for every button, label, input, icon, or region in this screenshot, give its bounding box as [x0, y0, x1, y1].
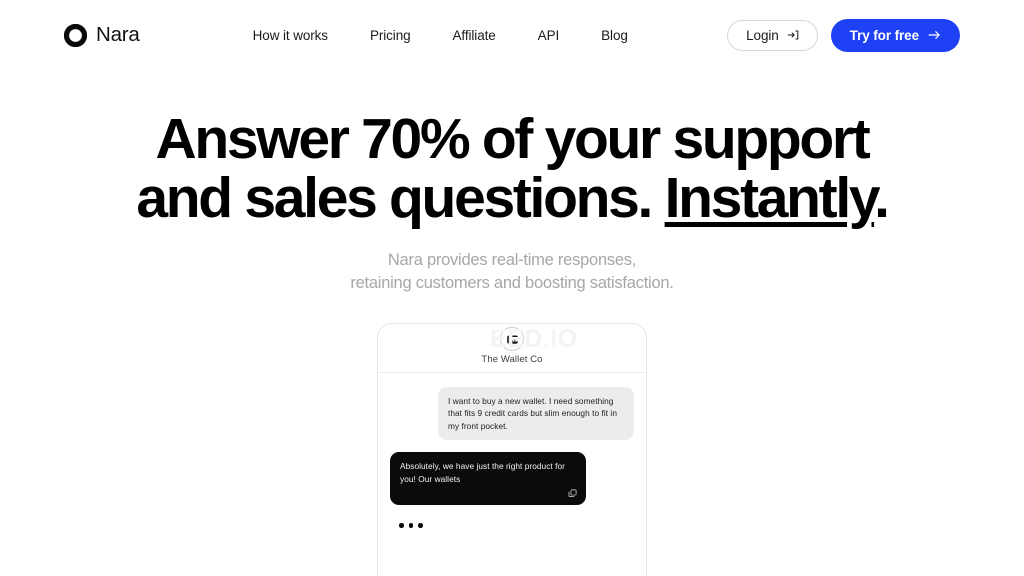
typing-dot-3 — [418, 523, 423, 528]
chat-header: EED.IO The Wallet Co — [378, 324, 646, 373]
landing-page: Nara How it works Pricing Affiliate API … — [0, 0, 1024, 576]
nav-link-affiliate[interactable]: Affiliate — [453, 22, 496, 49]
nav-actions: Login Try for free — [727, 18, 960, 52]
headline-line-2-text: and sales questions. — [136, 166, 665, 230]
nav-link-blog[interactable]: Blog — [601, 22, 628, 49]
nav-link-how-it-works[interactable]: How it works — [253, 22, 328, 49]
headline-line-1: Answer 70% of your support — [155, 107, 871, 171]
hero-section: Answer 70% of your support and sales que… — [0, 110, 1024, 295]
headline-line-2: and sales questions. Instantly. — [40, 169, 984, 228]
chat-widget: EED.IO The Wallet Co I want to buy a new… — [377, 323, 647, 576]
headline-period: . — [874, 166, 890, 230]
chat-message-list: I want to buy a new wallet. I need somet… — [378, 373, 646, 528]
wallet-icon — [506, 333, 519, 346]
typing-dots — [390, 523, 634, 528]
login-button[interactable]: Login — [727, 19, 818, 51]
chat-message-bot: Absolutely, we have just the right produ… — [390, 452, 586, 506]
hero-subtitle-line-1: Nara provides real-time responses, — [387, 251, 637, 269]
hero-subtitle: Nara provides real-time responses, retai… — [0, 249, 1024, 295]
sign-in-icon — [787, 29, 799, 41]
chat-company-name: The Wallet Co — [481, 354, 543, 365]
avatar — [500, 327, 524, 351]
nav-link-pricing[interactable]: Pricing — [370, 22, 411, 49]
try-for-free-label: Try for free — [849, 27, 919, 43]
nav-link-api[interactable]: API — [538, 22, 560, 49]
chat-message-bot-text: Absolutely, we have just the right produ… — [400, 461, 565, 484]
login-button-label: Login — [746, 27, 779, 43]
headline-emphasis: Instantly — [664, 166, 877, 230]
brand-name: Nara — [96, 22, 140, 46]
nav-links: How it works Pricing Affiliate API Blog — [253, 22, 628, 49]
try-for-free-button[interactable]: Try for free — [830, 18, 960, 52]
typing-dot-1 — [399, 523, 404, 528]
hero-subtitle-line-2: retaining customers and boosting satisfa… — [350, 274, 674, 292]
typing-dot-2 — [408, 523, 413, 528]
ring-logo-icon — [63, 23, 88, 47]
copy-icon[interactable] — [568, 489, 577, 498]
page-title: Answer 70% of your support and sales que… — [0, 110, 1024, 228]
chat-message-user: I want to buy a new wallet. I need somet… — [438, 387, 634, 441]
arrow-right-icon — [928, 29, 941, 41]
top-navbar: Nara How it works Pricing Affiliate API … — [0, 0, 1024, 70]
brand-logo[interactable]: Nara — [63, 22, 140, 47]
